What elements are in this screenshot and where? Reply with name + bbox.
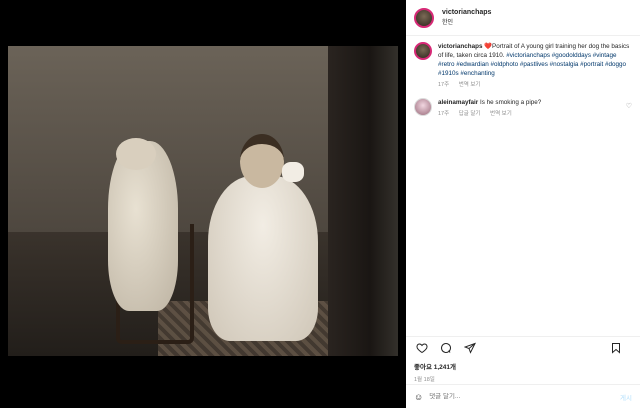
comment-input[interactable] [429,393,621,400]
comment-text: Is he smoking a pipe? [480,99,542,106]
comment-time: 17주 [438,111,450,117]
post-sidebar: victorianchaps 한인 victorianchaps ❤️Portr… [406,0,640,408]
comment-reply-link[interactable]: 답글 달기 [459,111,481,117]
like-count[interactable]: 좋아요 1,241개 [414,361,632,371]
photo-girl-head [240,134,284,188]
caption-avatar[interactable] [414,42,432,60]
emoji-icon[interactable]: ☺ [414,392,423,402]
comments-list: victorianchaps ❤️Portrait of A young gir… [406,36,640,119]
author-avatar[interactable] [414,7,434,28]
like-comment-icon[interactable]: ♡ [626,102,632,110]
photo-hair-bow [282,162,304,182]
caption-username[interactable]: victorianchaps [438,43,482,50]
comment-icon[interactable] [438,340,454,356]
heart-icon[interactable] [414,340,430,356]
photo-panel [0,0,406,408]
heart-emoji: ❤️ [484,43,493,50]
post-header: victorianchaps 한인 [406,0,640,36]
caption-time: 17주 [438,82,450,88]
photo-dog-head [116,138,156,170]
commenter-username[interactable]: aleinamayfair [438,99,478,106]
action-icons [414,337,632,359]
commenter-avatar[interactable] [414,98,432,116]
caption-body: victorianchaps ❤️Portrait of A young gir… [438,42,632,90]
caption-see-translation[interactable]: 번역 보기 [459,82,481,88]
photo-curtain [328,46,398,356]
author-username[interactable]: victorianchaps [442,8,491,18]
action-bar: 좋아요 1,241개 1월 18일 [406,336,640,383]
bookmark-icon[interactable] [608,340,624,356]
header-text: victorianchaps 한인 [442,8,491,28]
post-button[interactable]: 게시 [620,392,632,402]
author-subtitle: 한인 [442,19,454,26]
post-photo[interactable] [8,46,398,356]
comment-body: aleinamayfair Is he smoking a pipe? 17주 … [438,98,632,119]
caption: victorianchaps ❤️Portrait of A young gir… [414,42,632,90]
share-icon[interactable] [462,340,478,356]
comment-see-translation[interactable]: 번역 보기 [490,111,512,117]
photo-girl-dress [208,176,318,341]
comment-item: aleinamayfair Is he smoking a pipe? 17주 … [414,98,632,119]
comment-meta: 17주 답글 달기 번역 보기 [438,110,632,119]
post-date: 1월 18일 [414,377,435,383]
add-comment-bar: ☺ 게시 [406,384,640,408]
caption-meta: 17주 번역 보기 [438,81,632,90]
